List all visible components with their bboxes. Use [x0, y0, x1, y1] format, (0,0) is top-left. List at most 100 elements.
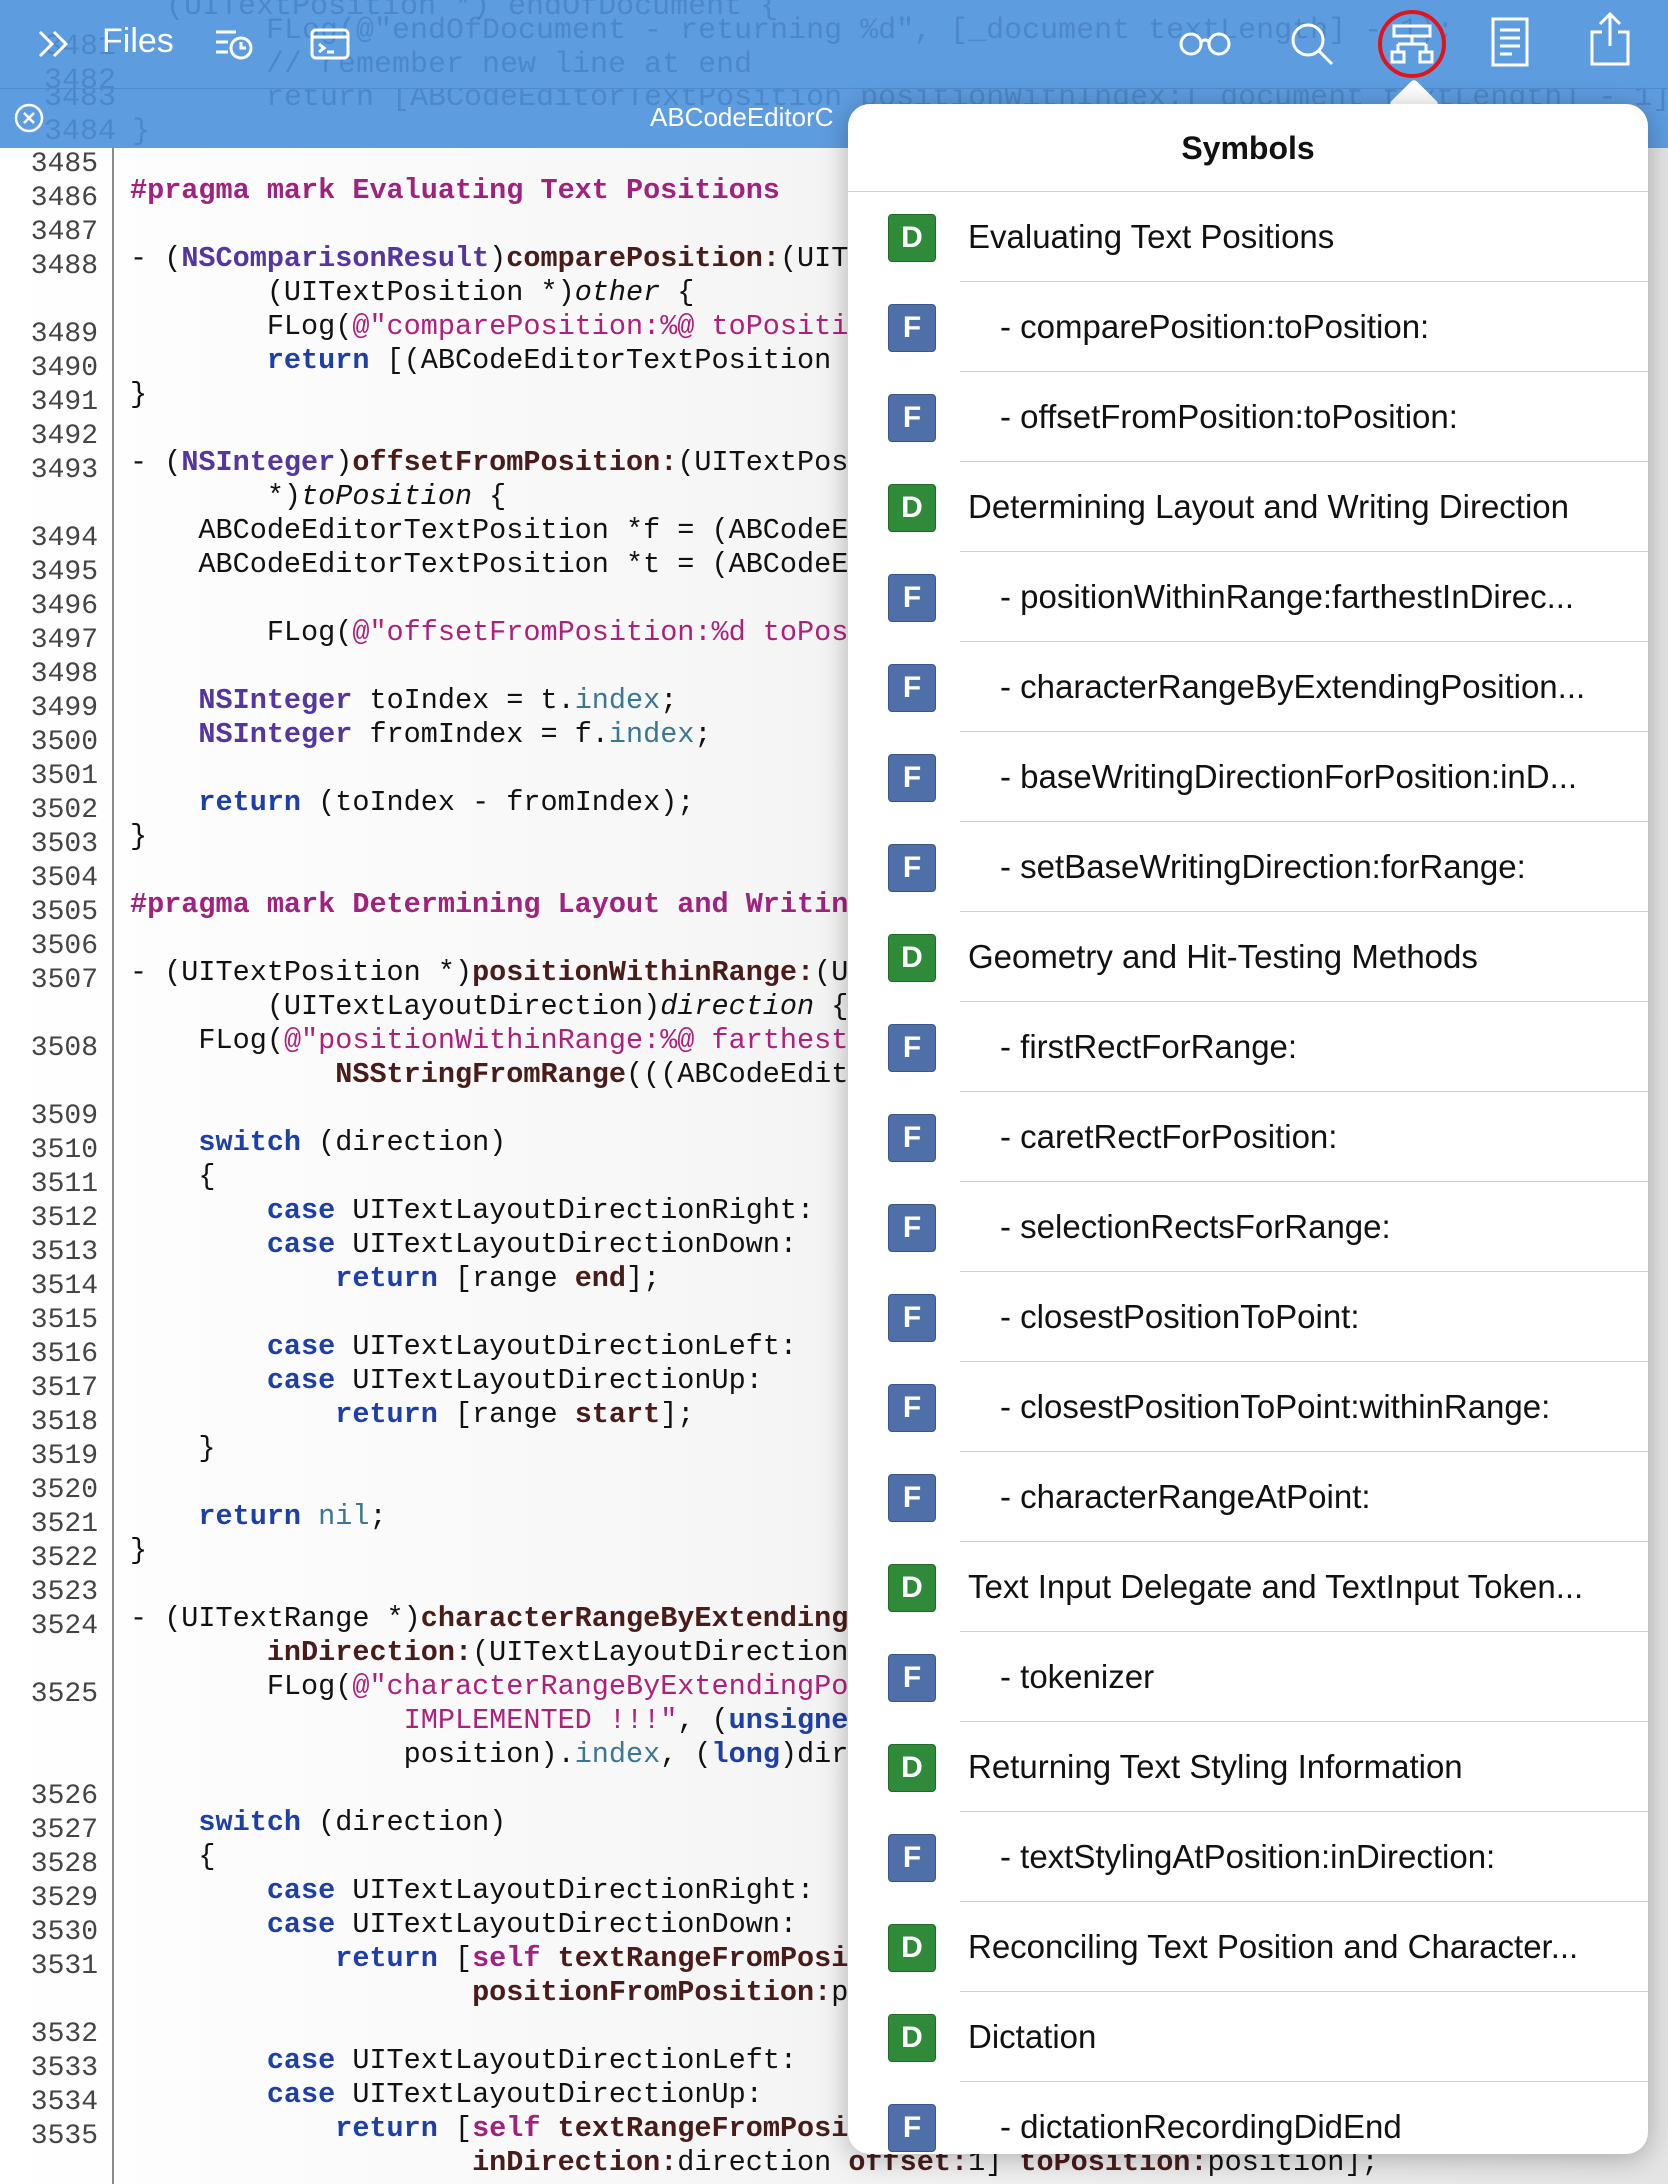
- line-number: 3492: [30, 421, 98, 452]
- function-badge-icon: F: [888, 1294, 936, 1342]
- symbol-row[interactable]: F - dictationRecordingDidEnd: [848, 2082, 1648, 2154]
- symbol-row[interactable]: F - setBaseWritingDirection:forRange:: [848, 822, 1648, 912]
- terminal-icon[interactable]: [310, 26, 350, 62]
- close-tab-icon[interactable]: [14, 103, 44, 133]
- section-badge-icon: D: [888, 1924, 936, 1972]
- symbol-label: - baseWritingDirectionForPosition:inD...: [1000, 758, 1578, 795]
- line-number: 3528: [30, 1849, 98, 1880]
- outline-history-icon[interactable]: [214, 26, 254, 62]
- symbol-label: Dictation: [968, 2018, 1097, 2055]
- line-number: 3502: [30, 795, 98, 826]
- symbol-row[interactable]: F - baseWritingDirectionForPosition:inD..…: [848, 732, 1648, 822]
- function-badge-icon: F: [888, 1384, 936, 1432]
- line-number: 3524: [30, 1611, 98, 1642]
- symbol-row[interactable]: F - closestPositionToPoint:: [848, 1272, 1648, 1362]
- code-line: IMPLEMENTED !!!", (unsigned: [403, 1704, 866, 1737]
- line-number: 3517: [30, 1373, 98, 1404]
- line-number: 3518: [30, 1407, 98, 1438]
- symbol-label: Geometry and Hit-Testing Methods: [968, 938, 1478, 975]
- code-line: - (UITextRange *)characterRangeByExtendi…: [130, 1602, 866, 1635]
- code-line: NSInteger fromIndex = f.index;: [198, 718, 712, 751]
- symbol-label: - selectionRectsForRange:: [1000, 1208, 1391, 1245]
- symbol-label: - comparePosition:toPosition:: [1000, 308, 1430, 345]
- chevrons-right-icon[interactable]: [36, 28, 72, 60]
- function-badge-icon: F: [888, 1654, 936, 1702]
- symbol-label: - offsetFromPosition:toPosition:: [1000, 398, 1458, 435]
- symbol-row[interactable]: F - caretRectForPosition:: [848, 1092, 1648, 1182]
- symbol-row[interactable]: D Determining Layout and Writing Directio…: [848, 462, 1648, 552]
- line-number: 3535: [30, 2121, 98, 2152]
- function-badge-icon: F: [888, 574, 936, 622]
- document-icon[interactable]: [1490, 16, 1530, 68]
- symbol-label: - characterRangeAtPoint:: [1000, 1478, 1371, 1515]
- code-line: #pragma mark Evaluating Text Positions: [130, 174, 780, 207]
- function-badge-icon: F: [888, 2104, 936, 2152]
- code-line: return [range start];: [335, 1398, 695, 1431]
- symbol-label: - textStylingAtPosition:inDirection:: [1000, 1838, 1496, 1875]
- function-badge-icon: F: [888, 754, 936, 802]
- symbol-row[interactable]: F - offsetFromPosition:toPosition:: [848, 372, 1648, 462]
- symbol-row[interactable]: F - characterRangeAtPoint:: [848, 1452, 1648, 1542]
- line-number: 3487: [30, 217, 98, 248]
- function-badge-icon: F: [888, 844, 936, 892]
- code-line: (UITextPosition *)other {: [130, 276, 695, 309]
- code-line: NSInteger toIndex = t.index;: [198, 684, 678, 717]
- line-number: 3514: [30, 1271, 98, 1302]
- line-number: 3512: [30, 1203, 98, 1234]
- search-icon[interactable]: [1288, 20, 1336, 68]
- line-number: 3494: [30, 523, 98, 554]
- symbol-row[interactable]: D Evaluating Text Positions: [848, 192, 1648, 282]
- symbol-row[interactable]: F - positionWithinRange:farthestInDirec..…: [848, 552, 1648, 642]
- symbol-row[interactable]: D Geometry and Hit-Testing Methods: [848, 912, 1648, 1002]
- line-number: 3522: [30, 1543, 98, 1574]
- code-line: case UITextLayoutDirectionLeft:: [266, 1330, 798, 1363]
- symbol-label: - tokenizer: [1000, 1658, 1155, 1695]
- line-number: 3488: [30, 251, 98, 282]
- code-line: case UITextLayoutDirectionDown:: [266, 1908, 798, 1941]
- line-number: 3503: [30, 829, 98, 860]
- code-line: case UITextLayoutDirectionDown:: [266, 1228, 798, 1261]
- code-line: ABCodeEditorTextPosition *f = (ABCodeEd: [130, 514, 866, 547]
- code-line: switch (direction): [198, 1126, 507, 1159]
- symbol-row[interactable]: F - tokenizer: [848, 1632, 1648, 1722]
- share-icon[interactable]: [1588, 10, 1632, 68]
- code-line: switch (direction): [198, 1806, 507, 1839]
- symbol-row[interactable]: F - comparePosition:toPosition:: [848, 282, 1648, 372]
- line-number: 3519: [30, 1441, 98, 1472]
- line-number: 3500: [30, 727, 98, 758]
- line-number: 3530: [30, 1917, 98, 1948]
- symbol-label: Text Input Delegate and TextInput Token.…: [968, 1568, 1584, 1605]
- function-badge-icon: F: [888, 394, 936, 442]
- symbol-row[interactable]: D Text Input Delegate and TextInput Token…: [848, 1542, 1648, 1632]
- symbol-row[interactable]: F - selectionRectsForRange:: [848, 1182, 1648, 1272]
- line-number: 3495: [30, 557, 98, 588]
- code-line: case UITextLayoutDirectionRight:: [266, 1874, 815, 1907]
- line-number: 3529: [30, 1883, 98, 1914]
- line-number: 3520: [30, 1475, 98, 1506]
- symbol-label: - characterRangeByExtendingPosition...: [1000, 668, 1586, 705]
- line-number: 3491: [30, 387, 98, 418]
- line-number: 3485: [30, 149, 98, 180]
- code-line: FLog(@"positionWithinRange:%@ farthestI: [130, 1024, 866, 1057]
- symbol-row[interactable]: D Reconciling Text Position and Character…: [848, 1902, 1648, 1992]
- symbol-row[interactable]: D Dictation: [848, 1992, 1648, 2082]
- section-badge-icon: D: [888, 1744, 936, 1792]
- reading-glasses-icon[interactable]: [1178, 30, 1232, 58]
- line-number-gutter: 3485 3486 3487 3488 3489 3490 3491 3492 3493 3494…: [0, 148, 114, 2184]
- line-number: 3533: [30, 2053, 98, 2084]
- code-line: case UITextLayoutDirectionRight:: [266, 1194, 815, 1227]
- symbol-row[interactable]: F - characterRangeByExtendingPosition...: [848, 642, 1648, 732]
- symbol-row[interactable]: D Returning Text Styling Information: [848, 1722, 1648, 1812]
- symbol-label: Reconciling Text Position and Character.…: [968, 1928, 1579, 1965]
- symbol-row[interactable]: F - closestPositionToPoint:withinRange:: [848, 1362, 1648, 1452]
- symbol-label: - dictationRecordingDidEnd: [1000, 2108, 1402, 2145]
- line-number: 3507: [30, 965, 98, 996]
- code-line: }: [130, 1432, 216, 1465]
- files-button[interactable]: Files: [102, 22, 174, 61]
- code-line: case UITextLayoutDirectionUp:: [266, 1364, 763, 1397]
- tab-title[interactable]: ABCodeEditorC: [650, 102, 834, 133]
- line-number: 3527: [30, 1815, 98, 1846]
- symbol-row[interactable]: F - firstRectForRange:: [848, 1002, 1648, 1092]
- code-line: case UITextLayoutDirectionUp:: [266, 2078, 763, 2111]
- symbol-row[interactable]: F - textStylingAtPosition:inDirection:: [848, 1812, 1648, 1902]
